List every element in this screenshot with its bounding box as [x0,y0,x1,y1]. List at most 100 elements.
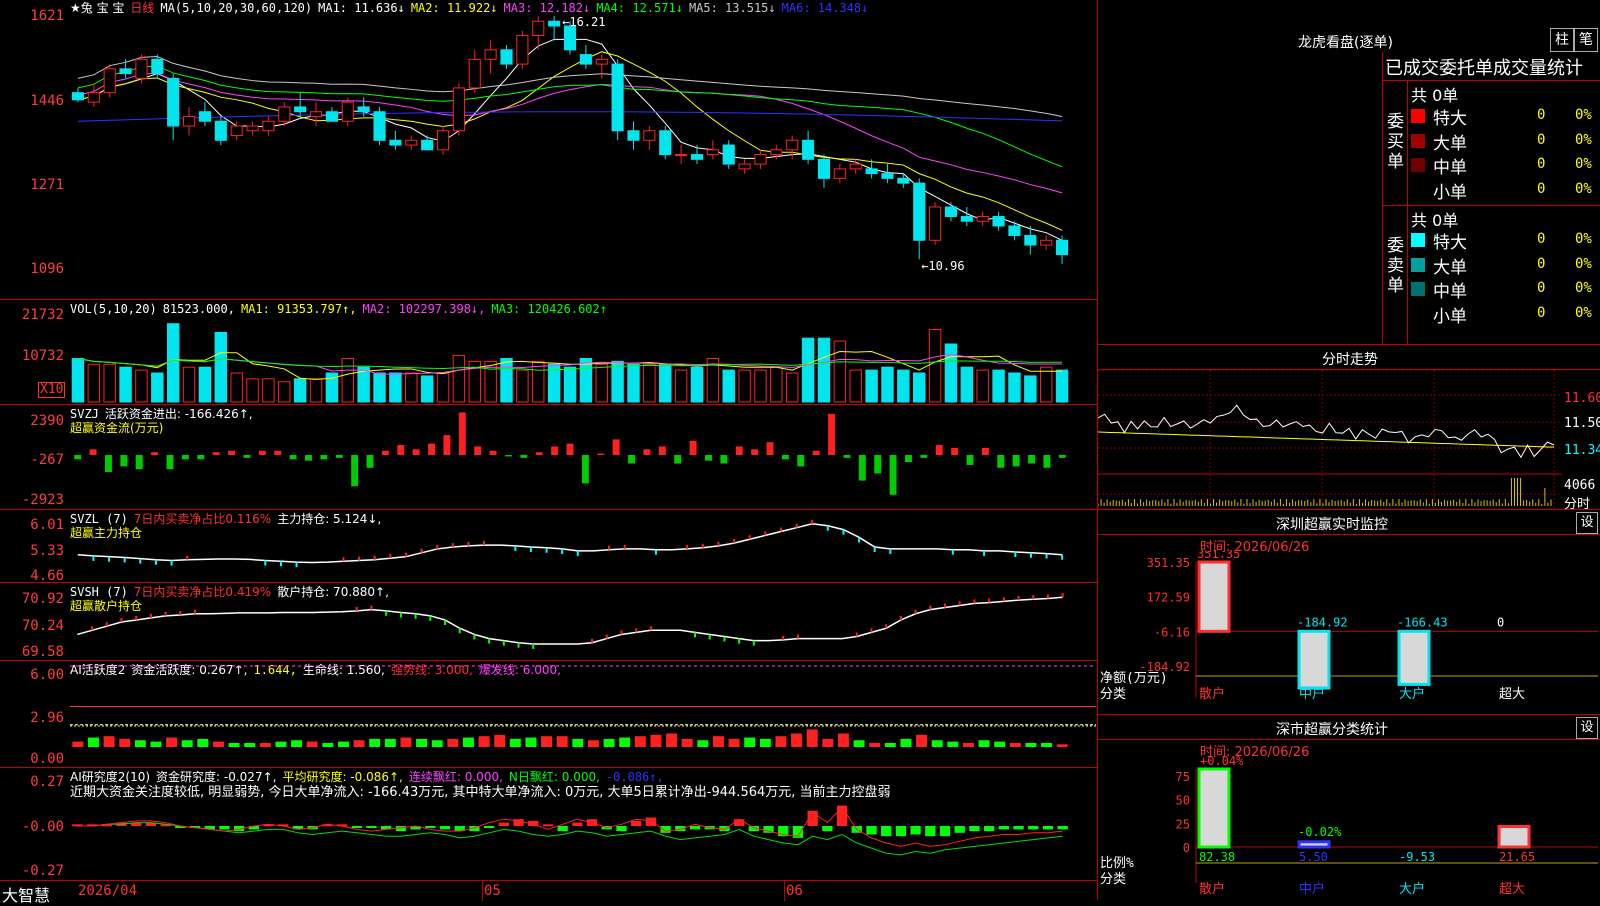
minute-vol-label: 4066 [1564,478,1596,493]
monitor-ylabel: 净额(万元) [1100,671,1168,686]
ma5-label: MA5: 13.515↓ [688,1,776,15]
volume-bar [278,381,291,403]
stats-settings-button[interactable]: 设 [1576,717,1598,739]
lhb-swatch [1411,282,1425,296]
candle-body [373,111,386,141]
stats-ytick: 25 [1176,817,1190,831]
kline-ma-line-6 [77,111,1063,122]
candle-body [1008,225,1021,237]
stats-panel[interactable]: 深市超赢分类统计 设 时间: 2026/06/26 75 50 25 0 +0.04% -… [1098,715,1600,900]
lhb-row-count: 0 [1537,156,1546,172]
research-bar [219,826,230,830]
lhb-row-count: 0 [1537,231,1546,247]
activity-bar [119,738,131,747]
volume-bar [1008,372,1021,403]
x-tick-1 [482,881,483,901]
minute-plot[interactable] [1098,370,1562,508]
svzl-ytick-0: 6.01 [30,517,64,533]
minute-title: 分时走势 [1322,352,1378,368]
fundflow-bar [858,455,866,481]
candle-body [87,92,100,103]
fundflow-bar [766,442,774,455]
low-price-label: ←10.96 [921,259,964,273]
fundflow-bar [797,455,805,467]
fundflow-bar [197,455,205,460]
fundflow-bar [735,446,743,455]
fundflow-bar [812,450,820,455]
candle-body [1056,239,1069,256]
activity-bar [525,737,537,747]
vol-ma3: MA3: 120426.602↑ [491,302,607,316]
volume-bar [293,378,307,403]
svzj-panel[interactable]: 2390 -267 -2923 SVZJ 活跃资金进出: -166.426↑, 超… [0,405,1098,510]
volume-bar [817,337,831,403]
svsh-plot[interactable] [70,587,1096,660]
monitor-value-label: -184.92 [1297,615,1348,629]
activity-bar [1056,744,1068,747]
fundflow-bar [535,452,543,455]
stats-value-label: -9.53 [1399,850,1435,864]
research-bar [542,824,554,827]
fundflow-bar [428,443,435,455]
stats-plot[interactable]: 75 50 25 0 +0.04% -0.02% 82.38 5.50 -9.53 21.65 比例… [1098,755,1600,900]
research-bar [939,826,951,837]
monitor-settings-button[interactable]: 设 [1576,512,1598,534]
svsh-panel[interactable]: 70.92 70.24 69.58 SVSH (7) 7日内买卖净占比0.419%… [0,583,1098,661]
svzj-plot[interactable] [70,409,1096,509]
high-price-label: ←16.21 [562,15,605,29]
svzl-panel[interactable]: 6.01 5.33 4.66 SVZL (7) 7日内买卖净占比0.116% 主力持… [0,510,1098,583]
fundflow-bar [643,449,651,455]
ai-research-panel[interactable]: 0.27 -0.00 -0.27 AI研究度2(10) 资金研究度: -0.027… [0,768,1098,880]
activity-bar [666,733,678,747]
ai2-plot[interactable] [70,772,1096,878]
app-brand: 大智慧 [2,886,51,905]
period-label[interactable]: 日线 [130,1,154,15]
activity-bar [853,740,865,747]
kline-plot[interactable]: ←16.21 ←10.96 [70,14,1096,298]
activity-bar [931,740,943,747]
svsh-ytick-1: 70.24 [21,618,64,634]
vol-panel[interactable]: 21732 10732 X10 VOL(5,10,20) 81523.000, MA… [0,300,1098,405]
activity-bar [837,733,849,747]
candle-body [976,215,989,222]
lhb-btn-bi[interactable]: 笔 [1574,28,1598,52]
x-axis: 大智慧 2026/04 05 06 [0,880,1098,905]
svzl-line [77,523,1063,564]
ma3-label: MA3: 12.182↓ [503,1,591,15]
vol-title: VOL(5,10,20) [70,302,157,316]
lhb-btn-zhu[interactable]: 柱 [1550,28,1574,52]
activity-bar [650,734,662,747]
volume-bar [833,340,847,403]
svzj-ytick-0: 2390 [30,413,64,429]
candle-body [833,168,846,179]
volume-bar [563,366,577,403]
fundflow-bar [920,455,928,458]
volume-bar [579,358,593,403]
monitor-panel[interactable]: 深圳超赢实时监控 设 时间: 2026/06/26 351.35 172.59 -6… [1098,510,1600,715]
fundflow-bar [320,455,328,460]
vol-plot[interactable] [70,316,1096,404]
svsh-line [77,596,1063,645]
monitor-plot[interactable]: 351.35172.59-6.16-184.92351.35-184.92 -16… [1098,550,1600,714]
lhb-row-pct: 0% [1575,131,1592,148]
ai-activity-panel[interactable]: 6.00 2.96 0.00 AI活跃度2 资金活跃度: 0.267↑, 1.644… [0,661,1098,768]
volume-bar [690,366,704,403]
lhb-row-count: 0 [1537,304,1546,321]
candle-body [246,125,259,132]
research-bar [351,826,362,828]
fundflow-bar [1043,455,1051,468]
monitor-ytick: 172.59 [1147,591,1190,605]
activity-bar [447,738,459,747]
fundflow-bar [612,439,620,455]
svzl-plot[interactable] [70,514,1096,582]
candle-body [786,139,799,151]
minute-ytick-1: 11.50 [1564,416,1600,431]
svzl-ytick-2: 4.66 [30,568,64,584]
minute-panel[interactable]: 分时走势 11.60 11.50 11.34 4066 分时 [1098,345,1600,512]
kline-panel[interactable]: 1621 1446 1271 1096 ★兔 宝 宝日线 MA(5,10,20,3… [0,0,1098,300]
fundflow-bar [843,455,851,458]
lhb-row-name: 小单 [1433,306,1467,327]
ai1-plot[interactable] [70,665,1096,767]
monitor-category: 超大 [1499,687,1525,702]
activity-bar [978,740,990,747]
